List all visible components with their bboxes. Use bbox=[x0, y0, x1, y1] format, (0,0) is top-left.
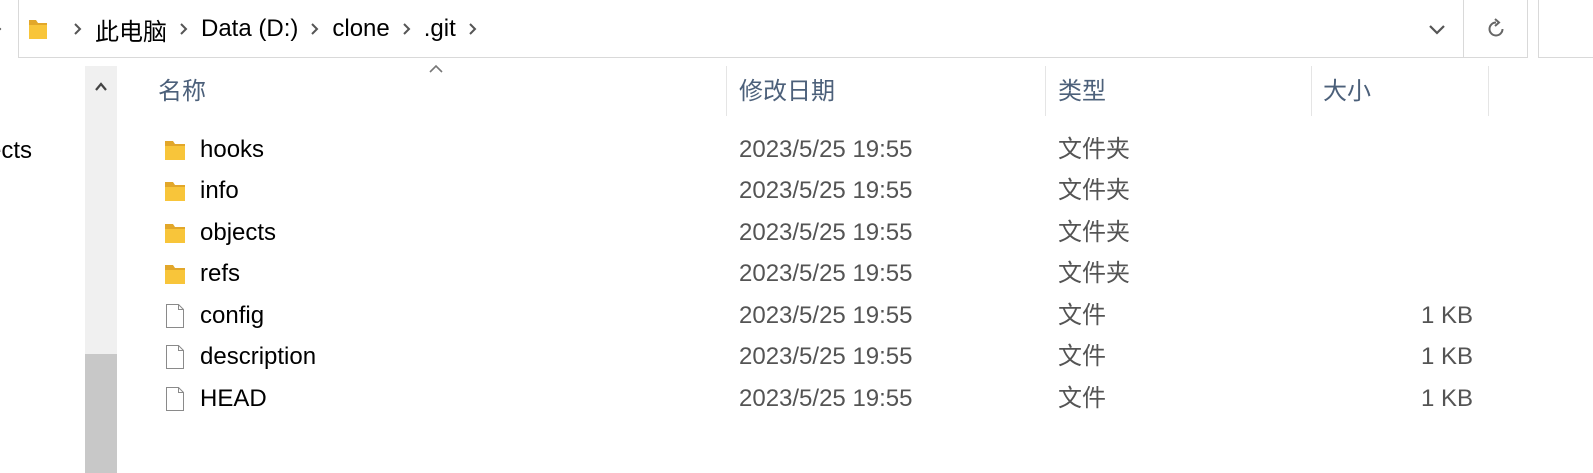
file-row[interactable]: objects 2023/5/25 19:55 文件夹 bbox=[150, 212, 1490, 253]
file-name[interactable]: hooks bbox=[200, 129, 264, 170]
breadcrumb: 此电脑 Data (D:) clone .git bbox=[25, 0, 490, 58]
column-header-date-modified[interactable]: 修改日期 bbox=[739, 66, 1045, 116]
file-row[interactable]: description 2023/5/25 19:55 文件 1 KB bbox=[150, 336, 1490, 377]
folder-icon bbox=[165, 141, 185, 160]
file-icon bbox=[166, 387, 184, 411]
file-name[interactable]: info bbox=[200, 170, 239, 211]
file-icon bbox=[166, 304, 184, 328]
column-header-size[interactable]: 大小 bbox=[1323, 66, 1488, 116]
file-date-modified: 2023/5/25 19:55 bbox=[739, 219, 913, 246]
scroll-up-button[interactable] bbox=[85, 74, 117, 100]
file-type: 文件夹 bbox=[1058, 260, 1130, 287]
file-row[interactable]: refs 2023/5/25 19:55 文件夹 bbox=[150, 253, 1490, 294]
file-row[interactable]: info 2023/5/25 19:55 文件夹 bbox=[150, 170, 1490, 211]
folder-icon bbox=[165, 224, 185, 243]
file-type: 文件夹 bbox=[1058, 177, 1130, 204]
file-date-modified: 2023/5/25 19:55 bbox=[739, 385, 913, 412]
file-date-modified: 2023/5/25 19:55 bbox=[739, 302, 913, 329]
file-type: 文件夹 bbox=[1058, 136, 1130, 163]
column-header-name[interactable]: 名称 bbox=[158, 66, 726, 116]
file-type: 文件 bbox=[1058, 343, 1106, 370]
chevron-right-icon[interactable] bbox=[304, 17, 326, 41]
file-date-modified: 2023/5/25 19:55 bbox=[739, 343, 913, 370]
search-input[interactable] bbox=[1538, 0, 1593, 58]
file-date-modified: 2023/5/25 19:55 bbox=[739, 260, 913, 287]
file-type: 文件 bbox=[1058, 302, 1106, 329]
scroll-thumb[interactable] bbox=[85, 354, 117, 473]
file-icon bbox=[166, 345, 184, 369]
file-date-modified: 2023/5/25 19:55 bbox=[739, 177, 913, 204]
file-size: 1 KB bbox=[1420, 385, 1473, 412]
file-size: 1 KB bbox=[1420, 302, 1473, 329]
chevron-right-icon[interactable] bbox=[396, 17, 418, 41]
column-divider[interactable] bbox=[1488, 66, 1489, 116]
column-divider[interactable] bbox=[1045, 66, 1046, 116]
address-history-button[interactable] bbox=[1423, 16, 1451, 42]
file-row[interactable]: config 2023/5/25 19:55 文件 1 KB bbox=[150, 295, 1490, 336]
file-type: 文件 bbox=[1058, 385, 1106, 412]
breadcrumb-item-this-pc[interactable]: 此电脑 bbox=[95, 12, 167, 47]
column-header-type[interactable]: 类型 bbox=[1058, 66, 1311, 116]
chevron-up-icon bbox=[95, 82, 107, 91]
folder-icon bbox=[29, 20, 47, 39]
file-date-modified: 2023/5/25 19:55 bbox=[739, 136, 913, 163]
chevron-down-icon bbox=[1429, 25, 1445, 35]
folder-icon bbox=[165, 265, 185, 284]
breadcrumb-item-clone[interactable]: clone bbox=[332, 15, 389, 43]
chevron-right-icon[interactable] bbox=[67, 17, 89, 41]
chevron-right-icon[interactable] bbox=[173, 17, 195, 41]
file-name[interactable]: config bbox=[200, 295, 264, 336]
file-row[interactable]: hooks 2023/5/25 19:55 文件夹 bbox=[150, 129, 1490, 170]
nav-scrollbar[interactable] bbox=[85, 66, 117, 473]
file-name[interactable]: refs bbox=[200, 253, 240, 294]
file-name[interactable]: description bbox=[200, 336, 316, 377]
breadcrumb-item-git[interactable]: .git bbox=[424, 15, 456, 43]
nav-pane-item[interactable]: ects bbox=[0, 137, 32, 165]
file-name[interactable]: HEAD bbox=[200, 378, 267, 419]
column-divider[interactable] bbox=[726, 66, 727, 116]
file-type: 文件夹 bbox=[1058, 219, 1130, 246]
address-bar[interactable]: 此电脑 Data (D:) clone .git bbox=[18, 0, 1464, 58]
file-name[interactable]: objects bbox=[200, 212, 276, 253]
breadcrumb-item-data-drive[interactable]: Data (D:) bbox=[201, 15, 298, 43]
chevron-right-icon[interactable] bbox=[462, 17, 484, 41]
refresh-icon bbox=[1488, 17, 1503, 36]
file-row[interactable]: HEAD 2023/5/25 19:55 文件 1 KB bbox=[150, 378, 1490, 419]
refresh-button[interactable] bbox=[1464, 0, 1528, 58]
folder-icon bbox=[165, 182, 185, 201]
column-divider[interactable] bbox=[1311, 66, 1312, 116]
file-size: 1 KB bbox=[1420, 343, 1473, 370]
chevron-right-icon bbox=[0, 27, 2, 31]
